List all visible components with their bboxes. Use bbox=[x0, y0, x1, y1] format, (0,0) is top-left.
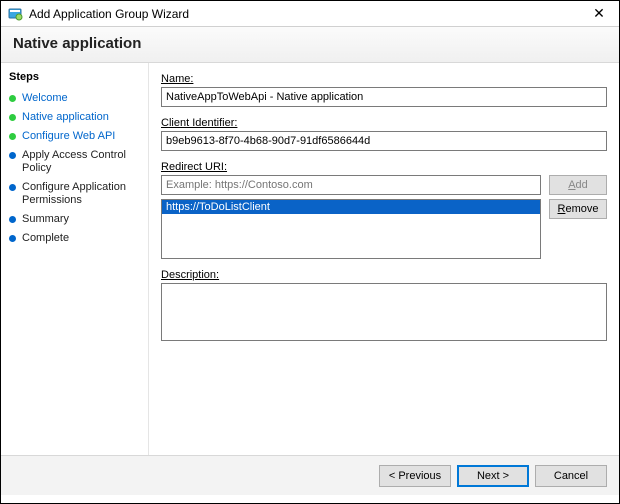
step-label: Configure Web API bbox=[22, 130, 115, 143]
wizard-body: Steps Welcome Native application Configu… bbox=[1, 63, 619, 455]
page-title: Native application bbox=[13, 35, 607, 52]
close-button[interactable]: ✕ bbox=[585, 4, 613, 24]
step-label: Complete bbox=[22, 232, 69, 245]
bullet-icon bbox=[9, 133, 16, 140]
redirect-uri-list[interactable]: https://ToDoListClient bbox=[161, 199, 541, 259]
wizard-footer: < Previous Next > Cancel bbox=[1, 455, 619, 495]
redirect-uri-input[interactable] bbox=[161, 175, 541, 195]
step-label: Native application bbox=[22, 111, 109, 124]
step-apply-access-control-policy[interactable]: Apply Access Control Policy bbox=[9, 146, 144, 178]
description-input[interactable] bbox=[161, 283, 607, 341]
list-item[interactable]: https://ToDoListClient bbox=[162, 200, 540, 214]
next-button[interactable]: Next > bbox=[457, 465, 529, 487]
cancel-button[interactable]: Cancel bbox=[535, 465, 607, 487]
step-label: Summary bbox=[22, 213, 69, 226]
wizard-icon bbox=[7, 6, 23, 22]
bullet-icon bbox=[9, 152, 16, 159]
redirect-uri-label: Redirect URI: bbox=[161, 161, 607, 173]
window-title: Add Application Group Wizard bbox=[29, 7, 585, 21]
step-summary[interactable]: Summary bbox=[9, 210, 144, 229]
name-input[interactable] bbox=[161, 87, 607, 107]
previous-button[interactable]: < Previous bbox=[379, 465, 451, 487]
steps-sidebar: Steps Welcome Native application Configu… bbox=[1, 63, 149, 455]
description-label: Description: bbox=[161, 269, 607, 281]
name-label: Name: bbox=[161, 73, 607, 85]
step-welcome[interactable]: Welcome bbox=[9, 89, 144, 108]
bullet-icon bbox=[9, 216, 16, 223]
client-identifier-input[interactable] bbox=[161, 131, 607, 151]
step-configure-application-permissions[interactable]: Configure Application Permissions bbox=[9, 178, 144, 210]
bullet-icon bbox=[9, 235, 16, 242]
bullet-icon bbox=[9, 114, 16, 121]
bullet-icon bbox=[9, 184, 16, 191]
steps-list: Welcome Native application Configure Web… bbox=[9, 89, 144, 248]
step-native-application[interactable]: Native application bbox=[9, 108, 144, 127]
step-label: Apply Access Control Policy bbox=[22, 149, 144, 175]
step-label: Configure Application Permissions bbox=[22, 181, 144, 207]
step-label: Welcome bbox=[22, 92, 68, 105]
client-identifier-label: Client Identifier: bbox=[161, 117, 607, 129]
titlebar: Add Application Group Wizard ✕ bbox=[1, 1, 619, 27]
steps-heading: Steps bbox=[9, 71, 144, 83]
remove-button[interactable]: Remove bbox=[549, 199, 607, 219]
bullet-icon bbox=[9, 95, 16, 102]
step-complete[interactable]: Complete bbox=[9, 229, 144, 248]
step-configure-web-api[interactable]: Configure Web API bbox=[9, 127, 144, 146]
wizard-header: Native application bbox=[1, 27, 619, 63]
add-button: Add bbox=[549, 175, 607, 195]
main-panel: Name: Client Identifier: Redirect URI: A… bbox=[149, 63, 619, 455]
